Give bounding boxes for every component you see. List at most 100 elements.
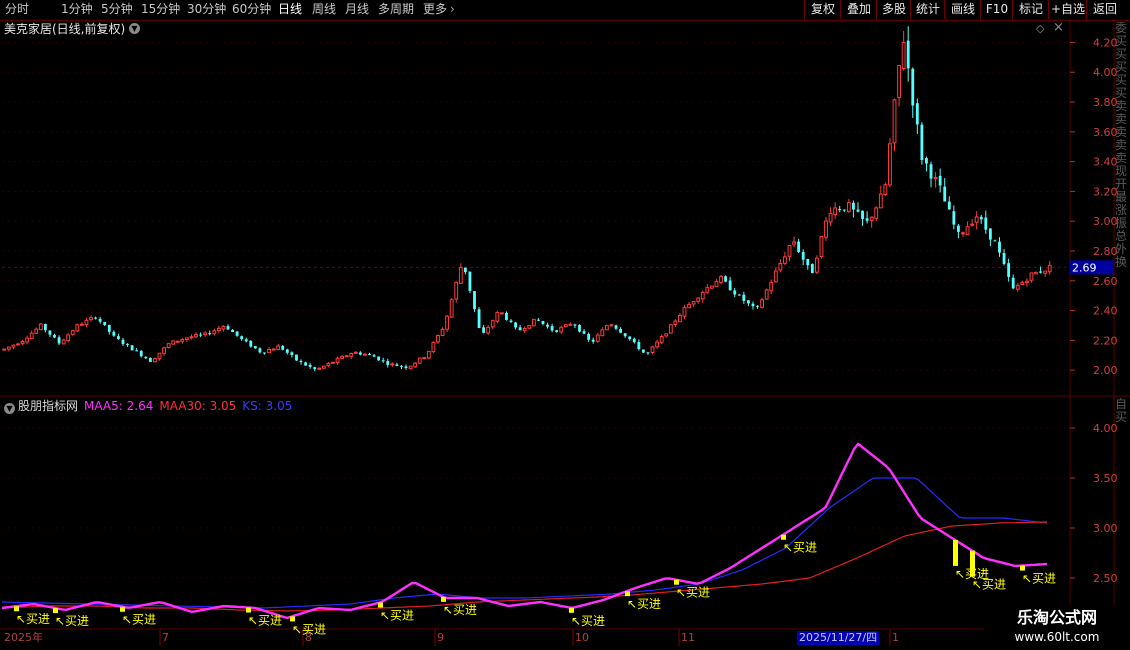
- candle-body: [578, 325, 581, 332]
- add-watchlist-button[interactable]: +自选: [1048, 0, 1087, 19]
- candle-body: [892, 99, 897, 144]
- buy-signal-bar: [1020, 565, 1025, 571]
- candle-body: [705, 287, 710, 293]
- candle-body: [344, 355, 349, 358]
- candle-body: [737, 294, 741, 296]
- candle-body: [751, 303, 755, 307]
- mark-button[interactable]: 标记: [1012, 0, 1049, 19]
- candle-body: [358, 352, 362, 355]
- maa30-value: MAA30: 3.05: [159, 399, 237, 413]
- candle-body: [984, 217, 988, 230]
- buy-signal-label: ↖买进: [16, 612, 50, 626]
- candle-body: [11, 344, 16, 348]
- candle-body: [869, 216, 874, 222]
- chart-canvas[interactable]: 2.00 2.20 2.40 2.60 2.80 3.00 3.20 3.40 3.60 3.80…: [0, 0, 1130, 650]
- period-tab-15min[interactable]: 15分钟: [141, 2, 180, 17]
- candle-body: [148, 357, 152, 362]
- chevron-right-icon[interactable]: ›: [450, 2, 455, 17]
- candle-body: [563, 324, 568, 328]
- indicator-side-panel[interactable]: 自买: [1115, 398, 1130, 438]
- candle-body: [792, 241, 796, 245]
- candle-body: [641, 349, 645, 353]
- f10-button[interactable]: F10: [980, 0, 1013, 19]
- period-tab-intraday[interactable]: 分时: [5, 2, 29, 17]
- candle-body: [157, 352, 162, 360]
- candle-body: [180, 339, 185, 342]
- buy-signal-bar: [53, 608, 58, 614]
- candle-body: [514, 322, 518, 328]
- candle-body: [783, 256, 787, 264]
- y-tick-label: 4.20: [1093, 36, 1118, 49]
- period-tab-60min[interactable]: 60分钟: [232, 2, 271, 17]
- x-axis-label: 8: [305, 631, 312, 644]
- buy-signal-label: ↖买进: [1022, 572, 1056, 586]
- candle-body: [746, 300, 750, 304]
- buy-signal-label: ↖买进: [55, 614, 89, 628]
- candle-body: [463, 267, 467, 273]
- candle-body: [477, 309, 481, 328]
- candle-body: [79, 323, 84, 326]
- candle-body: [682, 307, 687, 317]
- candle-body: [760, 299, 765, 308]
- period-tab-monthly[interactable]: 月线: [345, 2, 369, 17]
- buy-signal-label: ↖买进: [380, 609, 414, 623]
- y-tick-label: 2.50: [1093, 572, 1118, 585]
- candle-body: [244, 339, 248, 342]
- price-axis: 2.00 2.20 2.40 2.60 2.80 3.00 3.20 3.40 3.60 3.80…: [1070, 36, 1118, 585]
- candle-body: [874, 207, 879, 219]
- back-button[interactable]: 返回: [1086, 0, 1123, 19]
- candle-body: [637, 342, 641, 350]
- period-tab-1min[interactable]: 1分钟: [61, 2, 93, 17]
- candle-body: [965, 226, 970, 236]
- candle-body: [473, 291, 476, 310]
- candle-body: [25, 337, 30, 343]
- candle-body: [426, 350, 431, 359]
- candle-body: [979, 216, 983, 220]
- candle-body: [988, 228, 992, 240]
- period-tab-daily[interactable]: 日线: [278, 2, 302, 17]
- candle-body: [595, 334, 600, 342]
- draw-line-button[interactable]: 画线: [944, 0, 981, 19]
- candle-body: [568, 323, 573, 326]
- period-tab-weekly[interactable]: 周线: [312, 2, 336, 17]
- candle-body: [295, 354, 298, 361]
- chevron-down-icon[interactable]: ▼: [4, 403, 15, 414]
- candle-body: [842, 209, 846, 211]
- candle-body: [390, 363, 395, 366]
- candle-body: [851, 202, 855, 210]
- candle-body: [171, 340, 176, 345]
- candle-body: [94, 317, 98, 319]
- close-icon[interactable]: ×: [1053, 20, 1064, 35]
- multi-stock-button[interactable]: 多股: [876, 0, 911, 19]
- candle-body: [413, 362, 418, 368]
- candle-body: [664, 333, 669, 337]
- candle-body: [773, 270, 778, 283]
- candle-body: [952, 211, 956, 225]
- statistics-button[interactable]: 统计: [910, 0, 945, 19]
- buy-signal-bar: [290, 616, 295, 622]
- candle-body: [787, 245, 792, 257]
- candle-body: [1047, 264, 1052, 273]
- y-tick-label: 3.00: [1093, 215, 1118, 228]
- period-tab-more[interactable]: 更多: [423, 2, 447, 17]
- candle-body: [1002, 253, 1006, 264]
- candle-body: [226, 326, 230, 330]
- candle-body: [139, 350, 143, 357]
- period-tab-5min[interactable]: 5分钟: [101, 2, 133, 17]
- candle-body: [372, 355, 376, 357]
- candle-body: [116, 336, 120, 340]
- candle-body: [317, 367, 322, 370]
- restore-rights-button[interactable]: 复权: [804, 0, 841, 19]
- x-axis-label: 1: [892, 631, 899, 644]
- candle-body: [974, 216, 979, 223]
- candle-body: [838, 209, 842, 211]
- quote-side-panel[interactable]: 委买买买买买卖卖卖卖卖现开最涨振总外换: [1115, 22, 1130, 394]
- candle-body: [659, 336, 664, 343]
- period-tab-30min[interactable]: 30分钟: [187, 2, 226, 17]
- chevron-down-icon[interactable]: ▼: [129, 23, 140, 34]
- period-tab-multi[interactable]: 多周期: [378, 2, 414, 17]
- indicator-name[interactable]: 股朋指标网: [18, 399, 78, 413]
- x-axis-label: 2025年: [4, 631, 43, 644]
- overlay-button[interactable]: 叠加: [840, 0, 877, 19]
- diamond-icon[interactable]: ◇: [1036, 22, 1044, 35]
